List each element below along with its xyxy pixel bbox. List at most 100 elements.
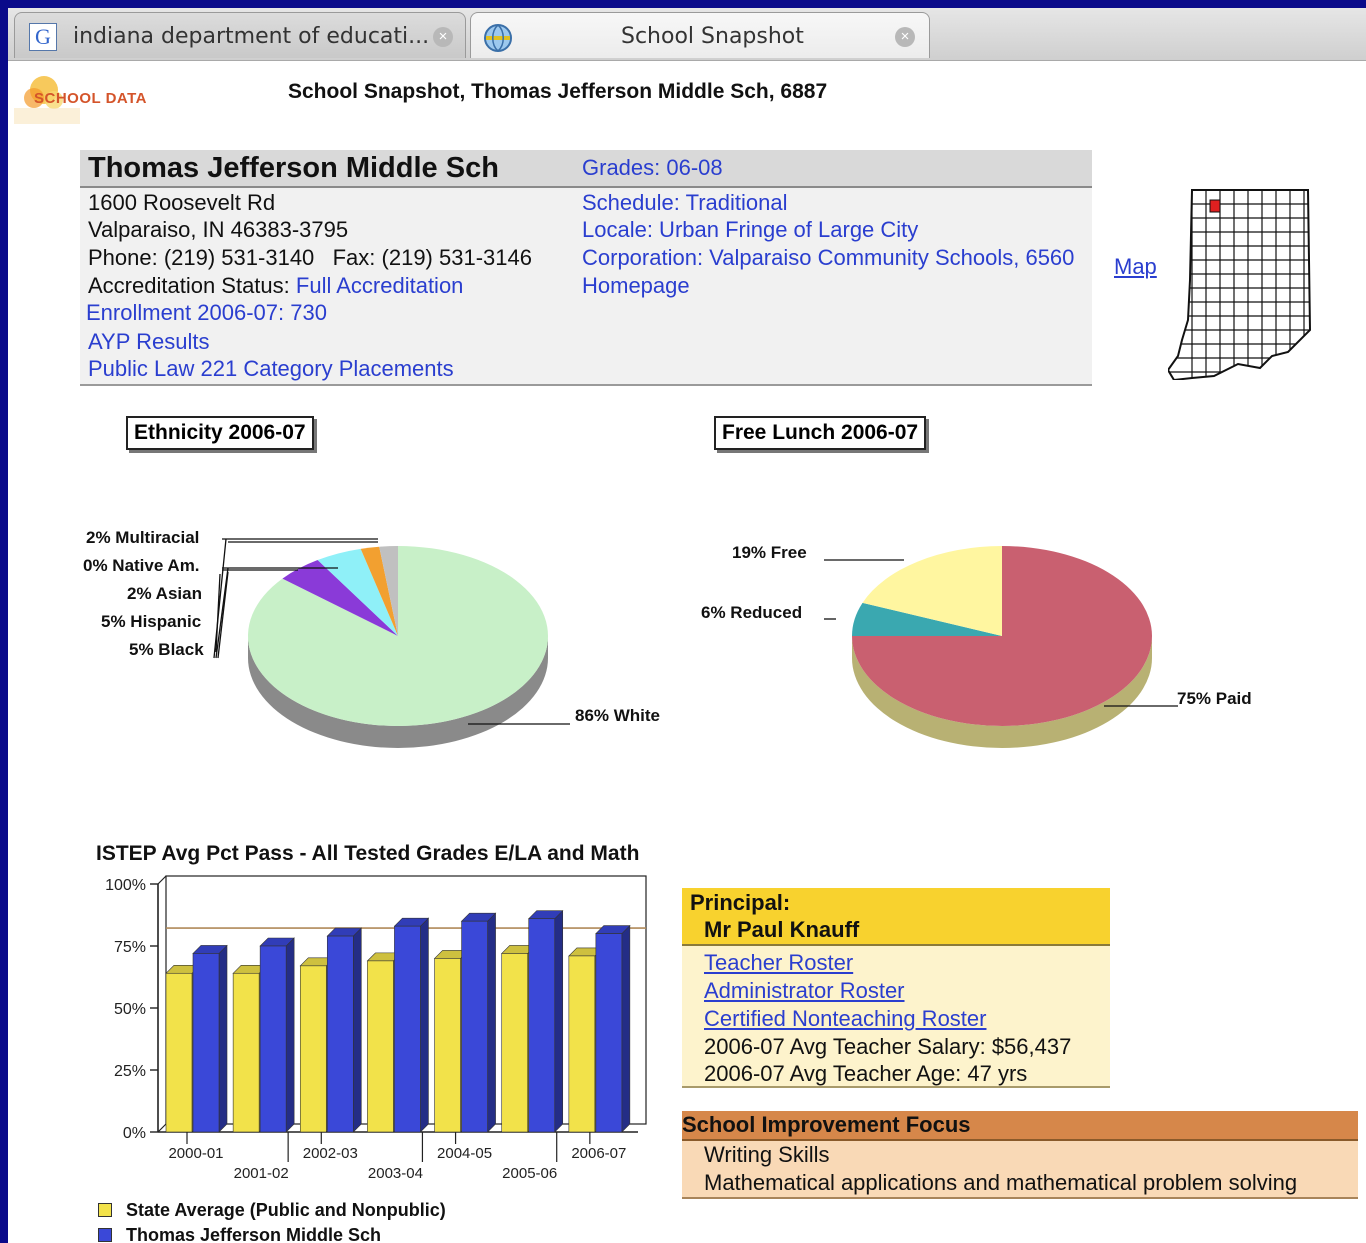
x-tick-label: 2006-07 (571, 1145, 626, 1162)
label-hispanic: 5% Hispanic (101, 612, 202, 631)
close-tab-icon[interactable]: × (433, 27, 453, 47)
bar-school (595, 933, 623, 1133)
x-tick-label: 2000-01 (168, 1145, 223, 1162)
corporation-link[interactable]: Corporation: Valparaiso Community School… (582, 245, 1074, 271)
bar-school (394, 925, 421, 1133)
principal-heading: Principal: (690, 890, 791, 915)
y-tick-label: 100% (105, 877, 146, 894)
lunch-chart-title: Free Lunch 2006-07 (714, 416, 927, 450)
bar-side (554, 909, 564, 1133)
locale-link[interactable]: Locale: Urban Fringe of Large City (582, 217, 918, 243)
bar-side (285, 937, 295, 1133)
principal-panel: Principal: Mr Paul Knauff Teacher Roster… (682, 888, 1110, 1088)
ayp-results-link[interactable]: AYP Results (88, 329, 209, 355)
close-tab-icon[interactable]: × (895, 27, 915, 47)
y-tick-label: 25% (114, 1063, 146, 1080)
x-tick-label: 2001-02 (234, 1165, 289, 1182)
grades-link[interactable]: Grades: 06-08 (582, 155, 723, 181)
indiana-map[interactable] (1168, 180, 1314, 380)
bar-side (218, 944, 228, 1133)
legend-swatch-state (98, 1203, 112, 1217)
avg-teacher-salary: 2006-07 Avg Teacher Salary: $56,437 (704, 1034, 1072, 1059)
administrator-roster-link[interactable]: Administrator Roster (704, 978, 905, 1004)
tab-indiana-doe[interactable]: G indiana department of educati... × (14, 12, 466, 58)
label-native: 0% Native Am. (83, 556, 200, 575)
label-white: 86% White (575, 706, 661, 725)
address-line2: Valparaiso, IN 46383-3795 (88, 217, 349, 242)
bar-state-average (367, 960, 394, 1133)
accreditation-link[interactable]: Full Accreditation (296, 273, 464, 298)
bar-side (621, 924, 631, 1133)
legend-school: Thomas Jefferson Middle Sch (98, 1225, 381, 1243)
bar-side (352, 927, 362, 1133)
teacher-roster-link[interactable]: Teacher Roster (704, 950, 853, 976)
map-link[interactable]: Map (1114, 254, 1157, 280)
improvement-item: Mathematical applications and mathematic… (704, 1170, 1298, 1195)
principal-header: Principal: Mr Paul Knauff (682, 888, 1110, 946)
improvement-header: School Improvement Focus (682, 1111, 1358, 1141)
plot-depth-edges (157, 875, 167, 1133)
improvement-heading: School Improvement Focus (682, 1112, 971, 1137)
enrollment-link[interactable]: Enrollment 2006-07: 730 (86, 300, 327, 326)
tab-school-snapshot[interactable]: School Snapshot × (470, 12, 930, 58)
avg-teacher-age: 2006-07 Avg Teacher Age: 47 yrs (704, 1061, 1028, 1086)
label-free: 19% Free (732, 543, 807, 562)
y-tick-label: 0% (123, 1125, 146, 1142)
logo-text: SCHOOL DATA (34, 90, 147, 107)
legend-state: State Average (Public and Nonpublic) (98, 1200, 446, 1221)
label-paid: 75% Paid (1177, 689, 1252, 708)
google-icon: G (29, 23, 57, 51)
school-location-marker (1209, 199, 1221, 213)
bar-side (420, 917, 429, 1133)
browser-window: G indiana department of educati... × Sch… (8, 8, 1366, 1243)
label-black: 5% Black (129, 640, 204, 659)
tab-bar: G indiana department of educati... × Sch… (8, 8, 1366, 61)
nonteaching-roster-link[interactable]: Certified Nonteaching Roster (704, 1006, 986, 1032)
legend-label-school: Thomas Jefferson Middle Sch (126, 1225, 382, 1243)
x-tick-label: 2003-04 (368, 1165, 423, 1182)
bar-side (487, 912, 496, 1133)
tab-title: indiana department of educati... (73, 24, 430, 49)
improvement-panel: School Improvement Focus Writing Skills … (682, 1111, 1358, 1199)
bar-school (326, 935, 354, 1133)
pl221-link[interactable]: Public Law 221 Category Placements (88, 356, 454, 382)
ethnicity-chart-title: Ethnicity 2006-07 (126, 416, 314, 450)
label-asian: 2% Asian (127, 584, 202, 603)
lunch-leader-lines (824, 559, 1178, 707)
school-info-panel: Thomas Jefferson Middle Sch Grades: 06-0… (80, 150, 1092, 386)
bar-state-average (568, 955, 596, 1133)
x-tick-label: 2004-05 (437, 1145, 492, 1162)
bar-state-average (501, 953, 529, 1133)
y-tick-label: 75% (114, 939, 146, 956)
bar-school (528, 918, 556, 1133)
bar-school (259, 945, 287, 1133)
tab-title: School Snapshot (621, 24, 804, 49)
principal-name: Mr Paul Knauff (704, 917, 860, 942)
address-line1: 1600 Roosevelt Rd (88, 190, 276, 215)
istep-bar-chart: 0% 25% 50% 75% 100% 2000-01 2001-02 2002-03 2003… (105, 875, 647, 1182)
bar-school (192, 953, 220, 1133)
legend-swatch-school (98, 1228, 112, 1242)
bar-school (461, 920, 488, 1133)
x-tick-label: 2002-03 (303, 1145, 358, 1162)
bar-state-average (299, 965, 327, 1133)
label-reduced: 6% Reduced (701, 603, 803, 622)
istep-chart-title: ISTEP Avg Pct Pass - All Tested Grades E… (96, 842, 640, 865)
phone-fax: Phone: (219) 531-3140 Fax: (219) 531-314… (88, 245, 532, 270)
bar-state-average (165, 972, 193, 1133)
school-name: Thomas Jefferson Middle Sch (88, 152, 499, 184)
y-tick-label: 50% (114, 1001, 146, 1018)
homepage-link[interactable]: Homepage (582, 273, 690, 299)
school-info-header: Thomas Jefferson Middle Sch Grades: 06-0… (80, 150, 1092, 188)
bar-state-average (232, 972, 260, 1133)
bar-state-average (434, 958, 461, 1133)
accreditation-label: Accreditation Status: (88, 273, 296, 298)
accreditation-status: Accreditation Status: Full Accreditation (88, 273, 463, 299)
schedule-link[interactable]: Schedule: Traditional (582, 190, 787, 216)
improvement-item: Writing Skills (704, 1142, 830, 1167)
globe-icon (484, 24, 512, 52)
page-title: School Snapshot, Thomas Jefferson Middle… (288, 80, 828, 103)
label-multiracial: 2% Multiracial (86, 528, 200, 547)
legend-label-state: State Average (Public and Nonpublic) (126, 1200, 446, 1220)
x-tick-label: 2005-06 (502, 1165, 557, 1182)
